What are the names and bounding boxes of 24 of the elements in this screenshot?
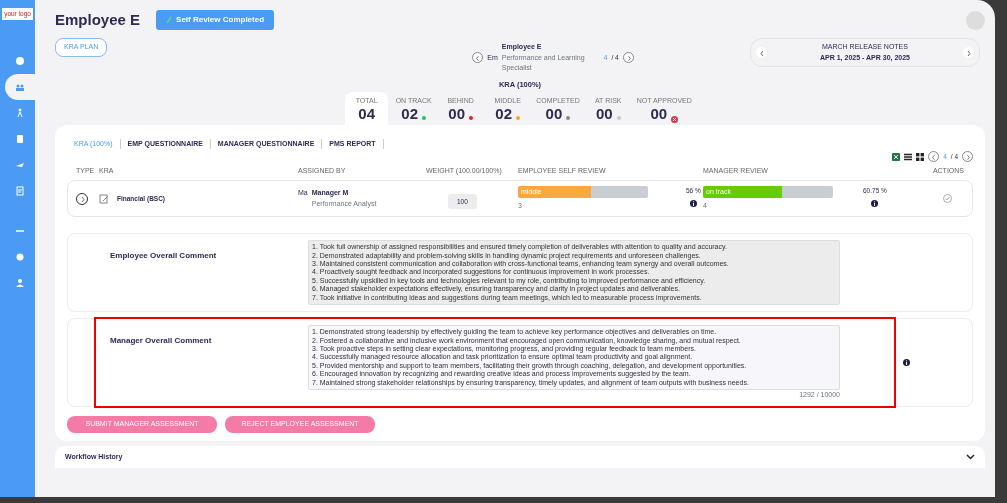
expand-button[interactable]	[966, 454, 975, 461]
person-icon	[14, 107, 25, 118]
grid-view-icon[interactable]	[916, 152, 925, 161]
list-view-icon[interactable]	[904, 152, 913, 161]
pen-icon	[166, 16, 173, 24]
next-button[interactable]	[962, 151, 973, 163]
previous-button[interactable]	[472, 52, 484, 64]
check-circle-icon[interactable]	[943, 194, 952, 203]
previous-button[interactable]	[756, 47, 767, 58]
comment-label: Employee Overall Comment	[109, 250, 218, 263]
next-button[interactable]	[622, 52, 634, 64]
comment-label: Manager Overall Comment	[109, 335, 213, 348]
spreadsheet-icon[interactable]	[892, 152, 901, 161]
info-icon[interactable]	[902, 359, 910, 367]
user-icon	[14, 277, 25, 288]
next-button[interactable]	[963, 47, 974, 58]
info-icon[interactable]	[689, 199, 697, 207]
chevron-down-icon	[966, 454, 975, 461]
sidebar-item[interactable]	[4, 73, 35, 100]
document-icon	[14, 185, 25, 196]
expand-button[interactable]	[76, 192, 88, 205]
info-icon[interactable]	[871, 199, 879, 207]
page-title: Employee E	[55, 11, 141, 29]
clipboard-icon	[99, 193, 109, 204]
